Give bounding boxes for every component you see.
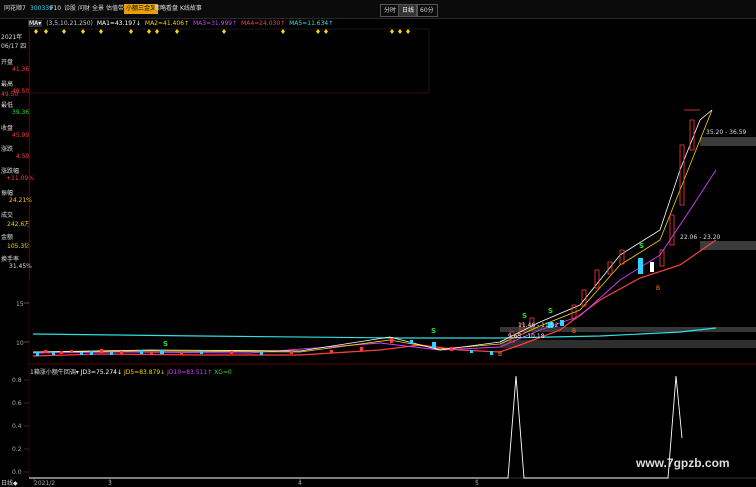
range-label-4: 9.65 - 10.18	[508, 333, 545, 340]
range-label-3: 11.46 - 11.92	[518, 322, 559, 329]
candles-uptrend	[509, 109, 700, 343]
price-tick-10: 10	[16, 340, 24, 347]
sub-indicator-title[interactable]: 1箱涨小额牛回调▾	[30, 369, 79, 376]
sub-tick-02: 0.2	[12, 446, 22, 453]
buy-signal-2: B	[656, 285, 660, 292]
time-label-feb: 2021/2	[34, 480, 55, 487]
candles-base	[36, 338, 493, 356]
sell-signal-2: S	[431, 327, 436, 335]
watermark: www.7gpzb.com	[636, 456, 730, 470]
sell-signal-1: S	[163, 340, 168, 348]
sell-signal-3: S	[522, 312, 527, 320]
jd10-value: JD10=83.511↑	[167, 369, 213, 376]
sub-tick-00: 0.0	[12, 469, 22, 476]
sub-indicator-header: 1箱涨小额牛回调▾ JD3=75.274↓ JD5=83.879↓ JD10=8…	[30, 367, 232, 376]
buy-signal-3: B	[498, 351, 502, 358]
sub-tick-06: 0.6	[12, 400, 22, 407]
sub-tick-08: 0.8	[12, 377, 22, 384]
time-label-may: 5	[475, 480, 479, 487]
jd5-value: JD5=83.879↓	[123, 369, 166, 376]
time-label-mar: 3	[108, 480, 112, 487]
high-price-axis-label: 49.50	[1, 91, 18, 98]
buy-signal-1: B	[572, 328, 576, 335]
sub-tick-04: 0.4	[12, 423, 22, 430]
xg-signal-line	[29, 375, 683, 479]
time-label-apr: 4	[298, 480, 302, 487]
range-label-2: 22.06 - 23.20	[680, 234, 721, 241]
jd3-value: JD3=75.274↓	[80, 369, 123, 376]
sell-signal-4: S	[548, 307, 553, 315]
sell-signal-5: S	[639, 242, 644, 250]
xg-value: XG=0	[214, 369, 232, 376]
signal-diamonds	[34, 29, 410, 34]
kline-chart[interactable]: S S S S S B B B 35.20 - 36.59 22.06 - 23…	[0, 0, 756, 487]
price-tick-15: 15	[16, 301, 24, 308]
period-indicator: 日线◆	[1, 479, 18, 487]
range-label-1: 35.20 - 36.59	[706, 129, 747, 136]
